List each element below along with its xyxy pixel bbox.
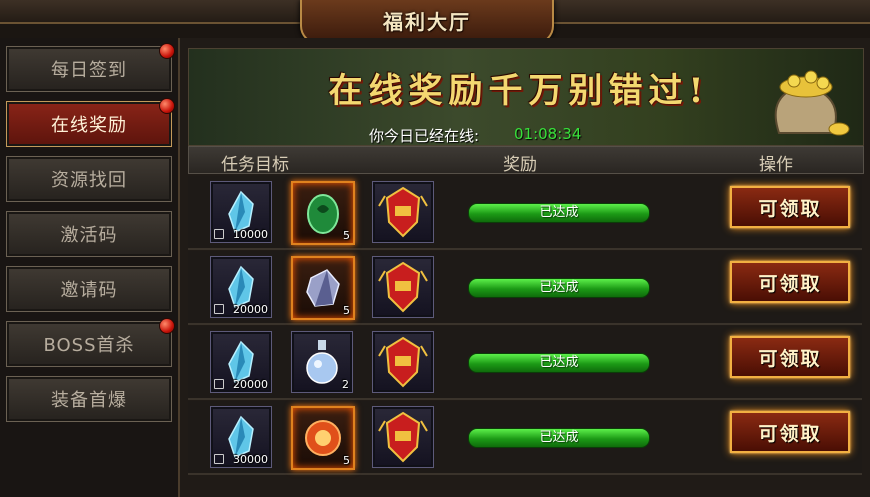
item-count: 20000 (233, 378, 268, 391)
claim-button[interactable]: 可领取 (730, 336, 850, 378)
claim-button[interactable]: 可领取 (730, 261, 850, 303)
sidebar-item-label: BOSS首杀 (43, 335, 135, 356)
medal-icon (378, 186, 428, 238)
sidebar-item-0[interactable]: 每日签到 (6, 43, 175, 92)
item-slot[interactable]: 20000 (210, 256, 272, 318)
item-count: 10000 (233, 228, 268, 241)
lock-icon (214, 454, 224, 464)
lock-icon (214, 304, 224, 314)
item-slot[interactable] (372, 181, 434, 243)
gold-sack-icon (774, 70, 850, 136)
item-slot[interactable]: 5 (291, 256, 355, 320)
claim-button[interactable]: 可领取 (730, 186, 850, 228)
sidebar-item-4[interactable]: 邀请码 (6, 266, 172, 312)
header-reward: 奖励 (503, 155, 537, 175)
status-badge: 已达成 (468, 278, 650, 298)
main-content: 在线奖励千万别错过! 你今日已经在线: 01:08:34 任务目标 奖励 操作 … (180, 38, 870, 497)
sidebar-item-3[interactable]: 激活码 (6, 211, 172, 257)
lock-icon (214, 379, 224, 389)
header-target: 任务目标 (221, 155, 289, 175)
sidebar-item-label: 每日签到 (51, 60, 127, 81)
table-header: 任务目标 奖励 操作 (188, 146, 864, 175)
table-row: 10000 5 已达成 可领取 (188, 176, 862, 250)
item-count: 5 (343, 304, 350, 317)
online-time-value: 01:08:34 (514, 125, 582, 143)
item-slot[interactable]: 5 (291, 181, 355, 245)
medal-icon (378, 411, 428, 463)
table-row: 20000 2 已达成 可领取 (188, 326, 862, 400)
lock-icon (214, 229, 224, 239)
item-slot[interactable] (372, 406, 434, 468)
sidebar-item-label: 在线奖励 (51, 115, 127, 136)
item-slot[interactable] (372, 331, 434, 393)
sidebar-item-6[interactable]: 装备首爆 (6, 376, 172, 422)
medal-icon (378, 336, 428, 388)
claim-button[interactable]: 可领取 (730, 411, 850, 453)
sidebar: 每日签到在线奖励资源找回激活码邀请码 BOSS首杀 装备首爆 (0, 38, 180, 497)
sidebar-item-2[interactable]: 资源找回 (6, 156, 172, 202)
banner: 在线奖励千万别错过! 你今日已经在线: 01:08:34 (188, 48, 864, 146)
item-count: 30000 (233, 453, 268, 466)
header-action: 操作 (759, 155, 793, 175)
item-count: 2 (342, 378, 349, 391)
item-slot[interactable]: 20000 (210, 331, 272, 393)
online-time-label: 你今日已经在线: (369, 127, 480, 145)
item-count: 5 (343, 229, 350, 242)
sidebar-item-5[interactable]: BOSS首杀 (6, 318, 175, 367)
item-slot[interactable] (372, 256, 434, 318)
status-badge: 已达成 (468, 203, 650, 223)
table-row: 20000 5 已达成 可领取 (188, 251, 862, 325)
medal-icon (378, 261, 428, 313)
item-count: 20000 (233, 303, 268, 316)
item-slot[interactable]: 10000 (210, 181, 272, 243)
banner-title: 在线奖励千万别错过! (328, 71, 710, 111)
table-row: 30000 5 已达成 可领取 (188, 401, 862, 475)
status-badge: 已达成 (468, 428, 650, 448)
notification-dot-icon (159, 98, 175, 114)
sidebar-item-label: 装备首爆 (51, 390, 127, 411)
item-count: 5 (343, 454, 350, 467)
sidebar-item-label: 激活码 (60, 225, 118, 246)
item-slot[interactable]: 2 (291, 331, 353, 393)
notification-dot-icon (159, 43, 175, 59)
item-slot[interactable]: 30000 (210, 406, 272, 468)
notification-dot-icon (159, 318, 175, 334)
window-title: 福利大厅 (383, 10, 471, 34)
status-badge: 已达成 (468, 353, 650, 373)
sidebar-item-label: 资源找回 (51, 170, 127, 191)
sidebar-item-1[interactable]: 在线奖励 (6, 98, 175, 147)
sidebar-item-label: 邀请码 (60, 280, 118, 301)
item-slot[interactable]: 5 (291, 406, 355, 470)
